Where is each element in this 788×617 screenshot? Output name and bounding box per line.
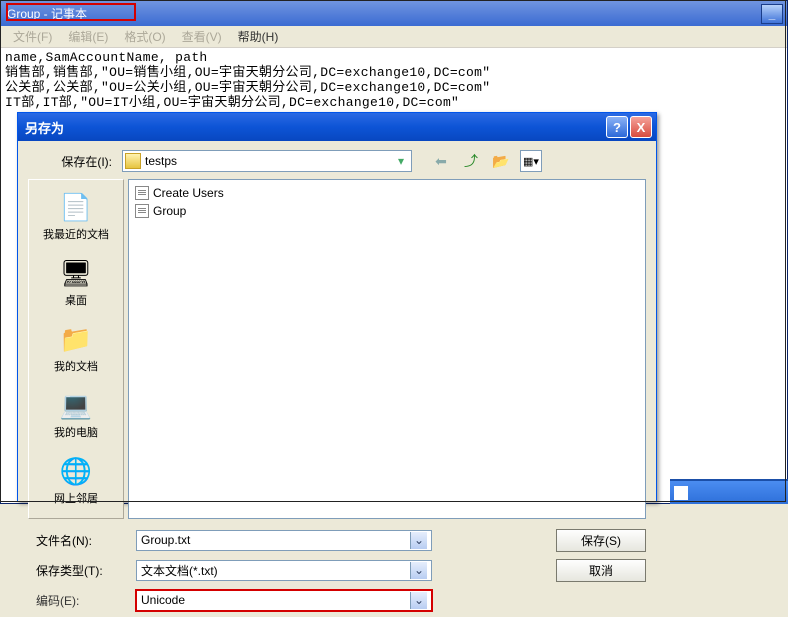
place-desktop[interactable]: 🖥 桌面 [34, 252, 118, 314]
file-name: Group [153, 204, 186, 218]
dialog-bottom-rows: 文件名(N): Group.txt ⌄ 保存(S) 保存类型(T): 文本文档(… [28, 527, 646, 617]
filename-input[interactable]: Group.txt ⌄ [136, 530, 432, 551]
mydocs-icon: 📁 [59, 322, 93, 356]
recent-icon: 📄 [59, 190, 93, 224]
place-label: 我的文档 [54, 358, 98, 374]
encoding-value: Unicode [141, 593, 185, 607]
lookin-combo[interactable]: testps ▾ [122, 150, 412, 172]
chevron-down-icon[interactable]: ⌄ [410, 532, 427, 549]
menu-edit[interactable]: 编辑(E) [60, 26, 116, 47]
save-button[interactable]: 保存(S) [556, 529, 646, 552]
help-button[interactable]: ? [606, 116, 628, 138]
encoding-row: 编码(E): Unicode ⌄ [28, 587, 646, 613]
textfile-icon [135, 186, 149, 200]
place-label: 我最近的文档 [43, 226, 109, 242]
notepad-titlebar[interactable]: Group - 记事本 _ [1, 1, 787, 26]
close-button[interactable]: X [630, 116, 652, 138]
lookin-toolbar: ⬅ ⤴ 📂 ▦▾ [430, 150, 542, 172]
minimize-button[interactable]: _ [761, 4, 783, 24]
dialog-title: 另存为 [22, 118, 604, 137]
textfile-icon [135, 204, 149, 218]
place-mycomputer[interactable]: 💻 我的电脑 [34, 384, 118, 446]
list-item[interactable]: Create Users [133, 184, 641, 202]
filetype-label: 保存类型(T): [28, 562, 126, 579]
views-icon[interactable]: ▦▾ [520, 150, 542, 172]
menu-help[interactable]: 帮助(H) [230, 26, 287, 47]
desktop-icon: 🖥 [59, 256, 93, 290]
lookin-label: 保存在(I): [28, 153, 116, 170]
list-item[interactable]: Group [133, 202, 641, 220]
chevron-down-icon[interactable]: ⌄ [410, 592, 427, 609]
place-mydocs[interactable]: 📁 我的文档 [34, 318, 118, 380]
folder-icon [125, 153, 141, 169]
file-list[interactable]: Create Users Group [128, 179, 646, 519]
cancel-button[interactable]: 取消 [556, 559, 646, 582]
places-bar: 📄 我最近的文档 🖥 桌面 📁 我的文档 💻 我的电脑 🌐 网上邻居 [28, 179, 124, 519]
encoding-label: 编码(E): [28, 592, 126, 609]
filename-label: 文件名(N): [28, 532, 126, 549]
notepad-menubar: 文件(F) 编辑(E) 格式(O) 查看(V) 帮助(H) [1, 26, 787, 48]
taskbar-icon [674, 486, 688, 500]
place-recent[interactable]: 📄 我最近的文档 [34, 186, 118, 248]
file-name: Create Users [153, 186, 224, 200]
filename-value: Group.txt [141, 533, 190, 547]
dialog-titlebar[interactable]: 另存为 ? X [18, 113, 656, 141]
current-folder-name: testps [145, 154, 393, 168]
chevron-down-icon[interactable]: ⌄ [410, 562, 427, 579]
filetype-value: 文本文档(*.txt) [141, 562, 218, 579]
place-label: 桌面 [65, 292, 87, 308]
menu-format[interactable]: 格式(O) [116, 26, 173, 47]
menu-file[interactable]: 文件(F) [5, 26, 60, 47]
network-icon: 🌐 [59, 454, 93, 488]
filetype-combo[interactable]: 文本文档(*.txt) ⌄ [136, 560, 432, 581]
chevron-down-icon[interactable]: ▾ [393, 154, 409, 168]
new-folder-icon[interactable]: 📂 [490, 150, 512, 172]
saveas-dialog: 另存为 ? X 保存在(I): testps ▾ ⬅ ⤴ 📂 ▦▾ 📄 我最近的… [17, 112, 657, 502]
back-icon[interactable]: ⬅ [430, 150, 452, 172]
place-network[interactable]: 🌐 网上邻居 [34, 450, 118, 512]
lookin-row: 保存在(I): testps ▾ ⬅ ⤴ 📂 ▦▾ [28, 149, 646, 173]
place-label: 我的电脑 [54, 424, 98, 440]
notepad-title: Group - 记事本 [5, 5, 761, 22]
notepad-textarea[interactable]: name,SamAccountName, path 销售部,销售部,"OU=销售… [1, 48, 787, 108]
filename-row: 文件名(N): Group.txt ⌄ 保存(S) [28, 527, 646, 553]
mycomputer-icon: 💻 [59, 388, 93, 422]
taskbar-fragment [670, 479, 788, 504]
filetype-row: 保存类型(T): 文本文档(*.txt) ⌄ 取消 [28, 557, 646, 583]
encoding-combo[interactable]: Unicode ⌄ [136, 590, 432, 611]
menu-view[interactable]: 查看(V) [174, 26, 230, 47]
up-icon[interactable]: ⤴ [460, 150, 482, 172]
